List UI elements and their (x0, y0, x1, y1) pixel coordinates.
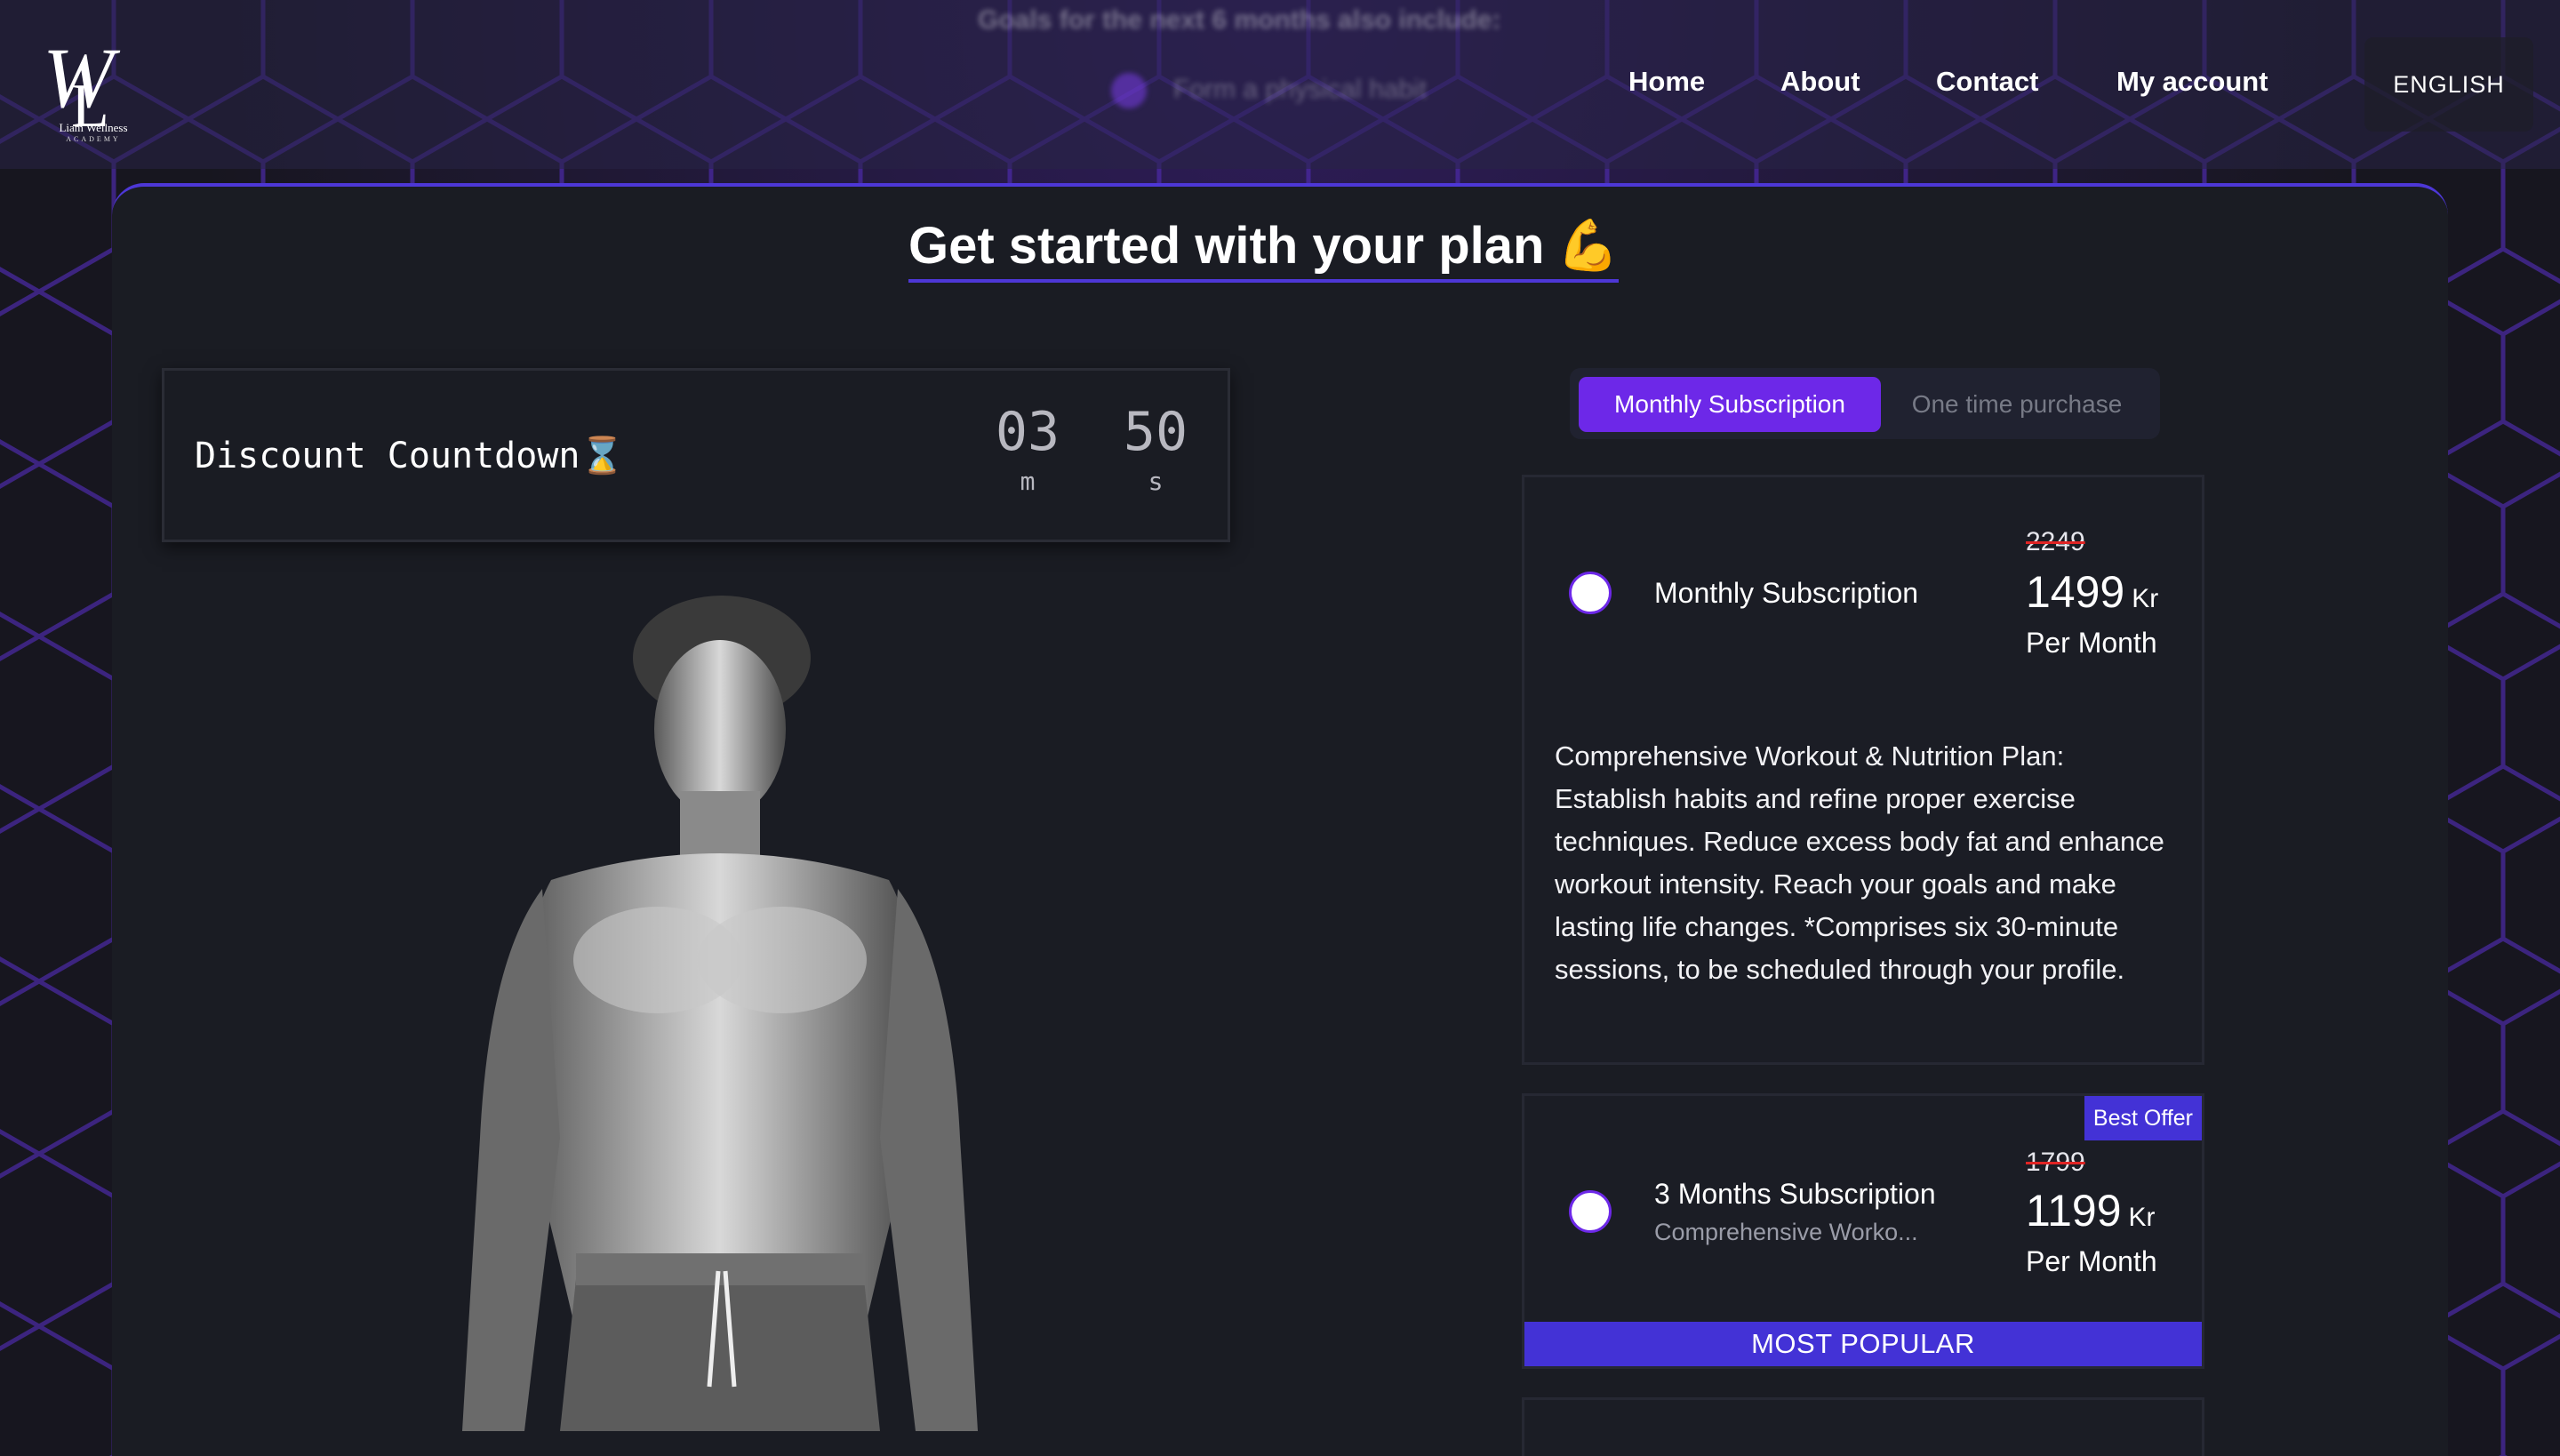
blurred-heading: Goals for the next 6 months also include… (978, 5, 1501, 35)
discount-countdown: Discount Countdown⌛ 03 m 50 s (162, 368, 1230, 542)
logo-text: Liam Wellness (59, 121, 128, 134)
plan-price-currency: Kr (2132, 584, 2159, 613)
plan-period: Per Month (2026, 1245, 2157, 1277)
nav-home[interactable]: Home (1628, 66, 1705, 98)
top-header: Goals for the next 6 months also include… (0, 0, 2560, 169)
minutes-value: 03 (995, 401, 1060, 463)
flexed-bicep-icon: 💪 (1556, 217, 1620, 273)
tab-one-time-purchase[interactable]: One time purchase (1881, 377, 2153, 432)
plan-old-price: 2249 (2026, 527, 2085, 556)
plan-name: 3 Months Subscription (1654, 1178, 1936, 1210)
plan-description: Comprehensive Workout & Nutrition Plan: … (1555, 740, 2164, 985)
plan-card-partial[interactable] (1522, 1397, 2204, 1456)
most-popular-banner: MOST POPULAR (1524, 1322, 2202, 1366)
seconds-unit: s (1148, 467, 1164, 496)
plan-old-price: 1799 (2026, 1148, 2085, 1177)
countdown-label: Discount Countdown⌛ (195, 436, 625, 476)
countdown-minutes: 03 m (979, 401, 1076, 496)
seconds-value: 50 (1123, 401, 1188, 463)
blurred-item: Form a physical habit (1173, 75, 1428, 104)
plan-card-3-months[interactable]: Best Offer 3 Months Subscription Compreh… (1522, 1093, 2204, 1369)
best-offer-badge: Best Offer (2084, 1096, 2202, 1140)
plan-period: Per Month (2026, 627, 2157, 659)
purchase-type-tabs: Monthly Subscription One time purchase (1570, 368, 2160, 439)
plan-radio-monthly[interactable] (1569, 572, 1612, 614)
plan-price-currency: Kr (2128, 1203, 2156, 1232)
plan-price-amount: 1499 (2026, 567, 2125, 617)
countdown-seconds: 50 s (1107, 401, 1204, 496)
plan-name: Monthly Subscription (1654, 577, 1919, 609)
nav-contact[interactable]: Contact (1936, 66, 2038, 98)
nav-about[interactable]: About (1780, 66, 1860, 98)
page-title-text: Get started with your plan (908, 216, 1545, 275)
plan-radio-3-months[interactable] (1569, 1190, 1612, 1233)
minutes-unit: m (1020, 467, 1036, 496)
tab-monthly-subscription[interactable]: Monthly Subscription (1579, 377, 1881, 432)
plan-card-monthly[interactable]: Monthly Subscription 2249 1499 Kr Per Mon… (1522, 475, 2204, 1065)
logo-subtext: ACADEMY (66, 135, 121, 143)
plan-subtitle: Comprehensive Worko... (1654, 1219, 1918, 1245)
plan-price-amount: 1199 (2026, 1186, 2122, 1236)
page-title: Get started with your plan 💪 (908, 212, 1620, 283)
athlete-illustration (462, 596, 978, 1431)
plan-price: 1499 Kr (2026, 566, 2158, 618)
plan-price: 1199 Kr (2026, 1185, 2156, 1236)
language-selector[interactable]: ENGLISH (2364, 37, 2533, 132)
nav-my-account[interactable]: My account (2116, 66, 2268, 98)
blurred-bullet-icon (1111, 73, 1147, 108)
